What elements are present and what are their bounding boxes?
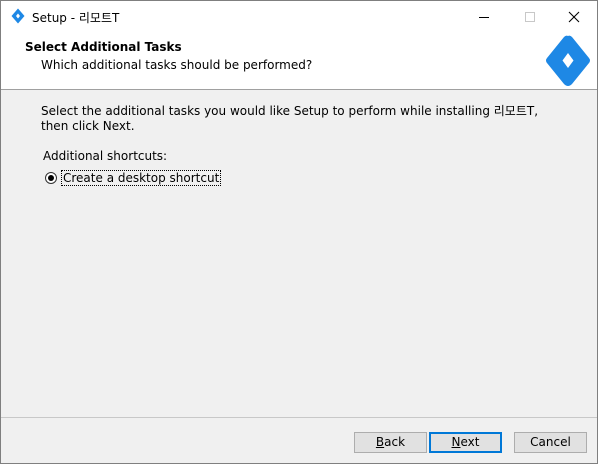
title-bar: Setup - 리모트T <box>1 1 597 32</box>
minimize-button[interactable] <box>461 1 507 32</box>
desktop-shortcut-label[interactable]: Create a desktop shortcut <box>60 170 222 186</box>
maximize-button <box>507 1 553 32</box>
intro-text: Select the additional tasks you would li… <box>41 104 539 133</box>
back-label-rest: ack <box>384 435 406 449</box>
next-accel: N <box>451 435 461 449</box>
additional-shortcuts-label: Additional shortcuts: <box>43 149 168 163</box>
next-label-rest: ext <box>460 435 480 449</box>
minimize-icon <box>479 16 489 18</box>
page-title: Select Additional Tasks <box>25 40 182 54</box>
close-icon <box>568 11 580 22</box>
back-accel: B <box>375 435 385 449</box>
close-button[interactable] <box>551 1 597 32</box>
setup-window: Setup - 리모트T Select Additional Tasks Whi… <box>0 0 598 464</box>
window-title: Setup - 리모트T <box>32 11 120 25</box>
app-diamond-logo <box>546 35 590 86</box>
next-button[interactable]: Next <box>429 432 502 453</box>
desktop-shortcut-option[interactable]: Create a desktop shortcut <box>45 170 222 186</box>
back-button[interactable]: Back <box>354 432 427 453</box>
page-subtitle: Which additional tasks should be perform… <box>41 58 313 72</box>
desktop-shortcut-radio[interactable] <box>45 172 57 184</box>
maximize-icon <box>525 11 535 22</box>
app-diamond-icon <box>11 8 25 24</box>
footer-divider <box>1 417 597 418</box>
wizard-header: Select Additional Tasks Which additional… <box>1 32 597 90</box>
radio-selected-dot <box>48 175 54 181</box>
cancel-button[interactable]: Cancel <box>514 432 587 453</box>
